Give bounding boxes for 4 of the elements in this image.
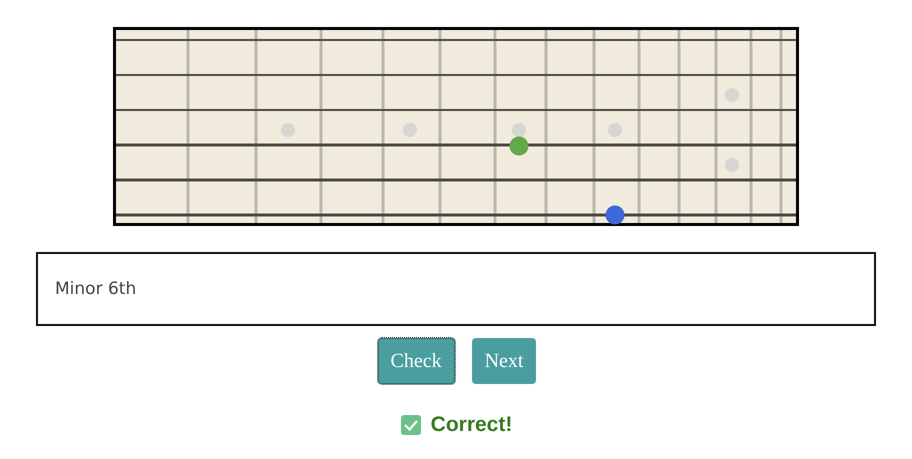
feedback-message: Correct! <box>430 413 512 437</box>
check-button[interactable]: Check <box>378 338 455 384</box>
answer-field[interactable]: Minor 6th <box>36 252 876 326</box>
next-button[interactable]: Next <box>472 338 536 384</box>
